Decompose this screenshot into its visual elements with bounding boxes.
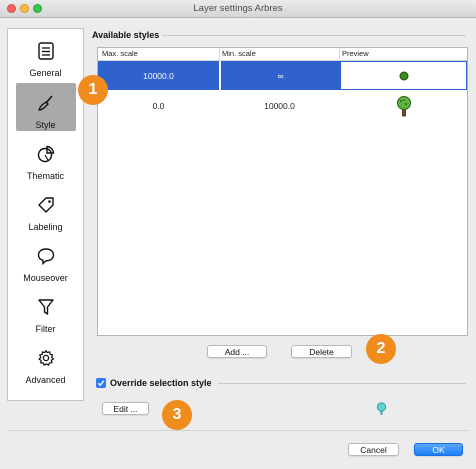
cell-max-scale: 10000.0 <box>98 61 219 90</box>
pie-chart-icon <box>8 143 83 165</box>
checkmark-icon <box>97 380 105 387</box>
cell-max-scale: 0.0 <box>152 100 165 111</box>
callout-badge-2: 2 <box>366 334 396 364</box>
delete-style-button[interactable]: Delete <box>291 345 352 358</box>
cancel-button[interactable]: Cancel <box>348 443 399 456</box>
sidebar-item-mouseover[interactable]: Mouseover <box>8 236 83 286</box>
override-selection-checkbox[interactable] <box>96 378 106 388</box>
available-styles-title: Available styles <box>92 30 160 40</box>
table-row[interactable]: 10000.0 ∞ <box>98 61 467 90</box>
ok-button[interactable]: OK <box>414 443 463 456</box>
gear-icon <box>8 347 83 369</box>
column-header-max-scale[interactable]: Max. scale <box>102 49 138 58</box>
column-header-preview[interactable]: Preview <box>342 49 369 58</box>
footer-divider <box>7 430 469 431</box>
callout-badge-3: 3 <box>162 400 192 430</box>
edit-selection-style-button[interactable]: Edit ... <box>102 402 149 415</box>
sidebar-item-style[interactable]: Style <box>8 83 83 133</box>
sidebar-item-label: Thematic <box>26 171 64 181</box>
cell-preview <box>340 91 467 120</box>
list-icon <box>8 40 83 62</box>
column-separator <box>219 48 220 60</box>
column-header-min-scale[interactable]: Min. scale <box>222 49 256 58</box>
speech-bubble-icon <box>8 245 83 267</box>
sidebar-item-advanced[interactable]: Advanced <box>8 338 83 388</box>
cell-min-scale: ∞ <box>220 61 340 90</box>
table-row[interactable]: 0.0 10000.0 <box>98 91 467 120</box>
sidebar-item-label: General <box>29 68 62 78</box>
add-style-button[interactable]: Add ... <box>207 345 267 358</box>
sidebar: General Style Thematic Labeling Mouseove… <box>7 28 84 401</box>
brush-icon <box>8 92 83 114</box>
tag-icon <box>8 194 83 216</box>
title-bar: Layer settings Arbres <box>0 0 476 18</box>
funnel-icon <box>8 296 83 318</box>
cell-preview <box>340 61 467 90</box>
sidebar-item-label: Filter <box>35 324 56 334</box>
sidebar-item-label: Mouseover <box>23 273 68 283</box>
sidebar-item-labeling[interactable]: Labeling <box>8 185 83 235</box>
sidebar-item-label: Advanced <box>25 375 66 385</box>
small-tree-icon <box>376 402 387 415</box>
sidebar-item-label: Labeling <box>28 222 63 232</box>
cell-min-scale: 10000.0 <box>264 100 295 111</box>
table-header: Max. scale Min. scale Preview <box>98 48 467 61</box>
tree-icon <box>396 95 411 116</box>
override-selection-label[interactable]: Override selection style <box>110 378 212 388</box>
window-title: Layer settings Arbres <box>193 3 283 14</box>
sidebar-item-label: Style <box>35 120 56 130</box>
section-divider <box>162 35 466 36</box>
sidebar-item-filter[interactable]: Filter <box>8 287 83 337</box>
sidebar-item-thematic[interactable]: Thematic <box>8 134 83 184</box>
section-divider <box>218 383 466 384</box>
styles-table[interactable]: Max. scale Min. scale Preview 10000.0 ∞ … <box>97 47 468 336</box>
sidebar-item-general[interactable]: General <box>8 31 83 81</box>
column-separator <box>339 48 340 60</box>
callout-badge-1: 1 <box>78 75 108 105</box>
green-dot-icon <box>399 71 408 80</box>
